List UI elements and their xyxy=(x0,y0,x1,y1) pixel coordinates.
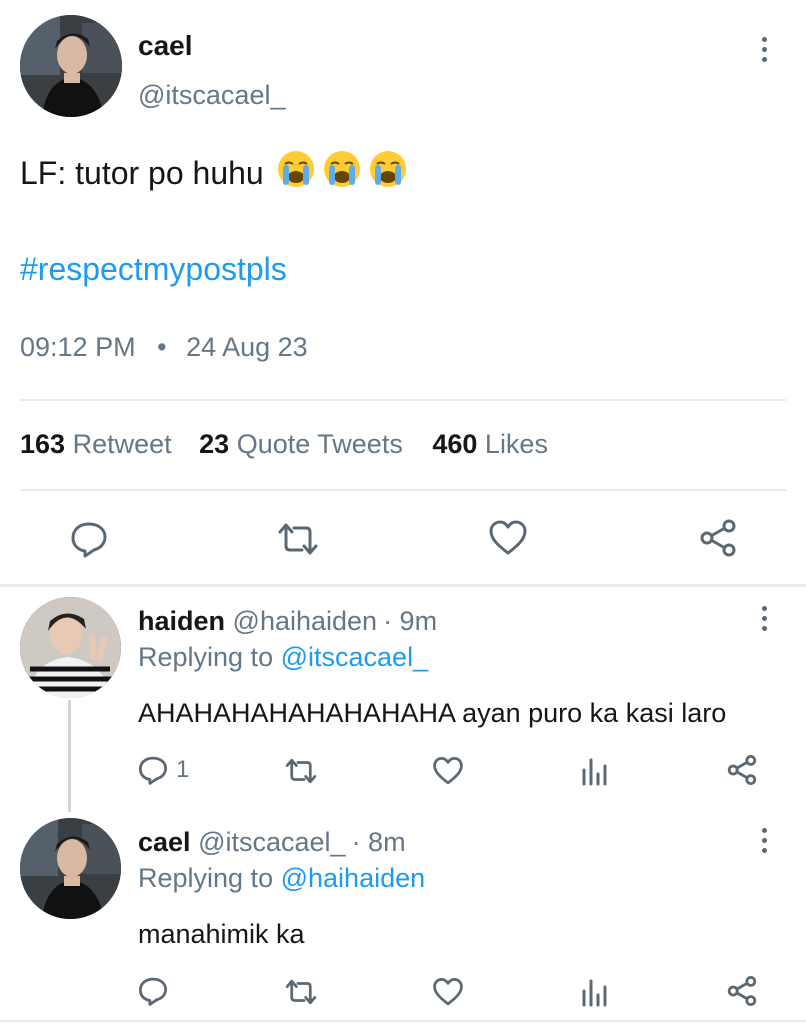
retweet-icon[interactable] xyxy=(284,756,318,786)
share-icon[interactable] xyxy=(725,975,759,1007)
reply-display-name[interactable]: cael xyxy=(138,827,191,857)
analytics-icon[interactable] xyxy=(580,756,610,786)
like-heart-icon[interactable] xyxy=(432,756,464,786)
more-options-icon[interactable] xyxy=(754,600,774,636)
reply-header: cael @itscacael_ · 8m xyxy=(138,827,406,858)
reply-button[interactable]: 1 xyxy=(138,755,189,785)
reply-text: AHAHAHAHAHAHAHAHA ayan puro ka kasi laro xyxy=(138,698,727,728)
reply-text: manahimik ka xyxy=(138,919,305,949)
timestamp: 09:12 PM • 24 Aug 23 xyxy=(20,332,308,363)
share-icon[interactable] xyxy=(725,754,759,786)
likes-stat[interactable]: 460 Likes xyxy=(432,429,548,459)
loudly-crying-face-icon xyxy=(276,149,316,197)
tweet-text-line: LF: tutor po huhu xyxy=(20,149,408,197)
replying-to-link[interactable]: @itscacael_ xyxy=(281,642,428,672)
avatar[interactable] xyxy=(20,597,121,698)
reply-icon xyxy=(138,976,168,1006)
reply-age: · 8m xyxy=(351,827,406,857)
retweets-stat[interactable]: 163 Retweet xyxy=(20,429,172,459)
handle[interactable]: @itscacael_ xyxy=(138,80,285,111)
likes-label: Likes xyxy=(484,429,548,459)
more-options-icon[interactable] xyxy=(754,31,774,67)
replying-to: Replying to @haihaiden xyxy=(138,863,425,894)
loudly-crying-face-icon xyxy=(322,149,362,197)
retweets-label: Retweet xyxy=(72,429,172,459)
avatar[interactable] xyxy=(20,15,122,117)
share-icon[interactable] xyxy=(697,518,739,558)
retweet-icon[interactable] xyxy=(284,977,318,1007)
loudly-crying-face-icon xyxy=(368,149,408,197)
timestamp-separator: • xyxy=(157,332,167,362)
section-divider xyxy=(0,584,806,587)
reply-display-name[interactable]: haiden xyxy=(138,606,225,636)
divider xyxy=(20,489,786,491)
hashtag-link[interactable]: #respectmypostpls xyxy=(20,251,287,288)
reply-icon[interactable] xyxy=(70,520,108,558)
tweet-text: LF: tutor po huhu xyxy=(20,154,264,191)
more-options-icon[interactable] xyxy=(754,822,774,858)
retweet-icon[interactable] xyxy=(276,520,320,558)
reply-icon xyxy=(138,755,168,785)
reply-handle[interactable]: @itscacael_ xyxy=(198,827,345,857)
replying-to-link[interactable]: @haihaiden xyxy=(281,863,426,893)
analytics-icon[interactable] xyxy=(580,977,610,1007)
section-divider xyxy=(0,1020,806,1022)
reply-age: · 9m xyxy=(383,606,438,636)
retweets-count: 163 xyxy=(20,429,66,459)
like-heart-icon[interactable] xyxy=(432,977,464,1007)
reply-handle[interactable]: @haihaiden xyxy=(233,606,378,636)
tweet-stats: 163 Retweet 23 Quote Tweets 460 Likes xyxy=(20,429,548,460)
reply-button[interactable] xyxy=(138,976,176,1006)
quotes-label: Quote Tweets xyxy=(236,429,403,459)
tweet-time[interactable]: 09:12 PM xyxy=(20,332,136,362)
like-heart-icon[interactable] xyxy=(488,519,528,557)
thread-line xyxy=(68,700,71,812)
replying-prefix: Replying to xyxy=(138,863,274,893)
replying-to: Replying to @itscacael_ xyxy=(138,642,428,673)
quotes-count: 23 xyxy=(199,429,230,459)
tweet-date[interactable]: 24 Aug 23 xyxy=(186,332,308,362)
divider xyxy=(20,399,786,401)
reply-header: haiden @haihaiden · 9m xyxy=(138,606,437,637)
likes-count: 460 xyxy=(432,429,478,459)
reply-count: 1 xyxy=(176,756,190,783)
replying-prefix: Replying to xyxy=(138,642,274,672)
quotes-stat[interactable]: 23 Quote Tweets xyxy=(199,429,403,459)
display-name[interactable]: cael xyxy=(138,30,193,62)
avatar[interactable] xyxy=(20,818,121,919)
